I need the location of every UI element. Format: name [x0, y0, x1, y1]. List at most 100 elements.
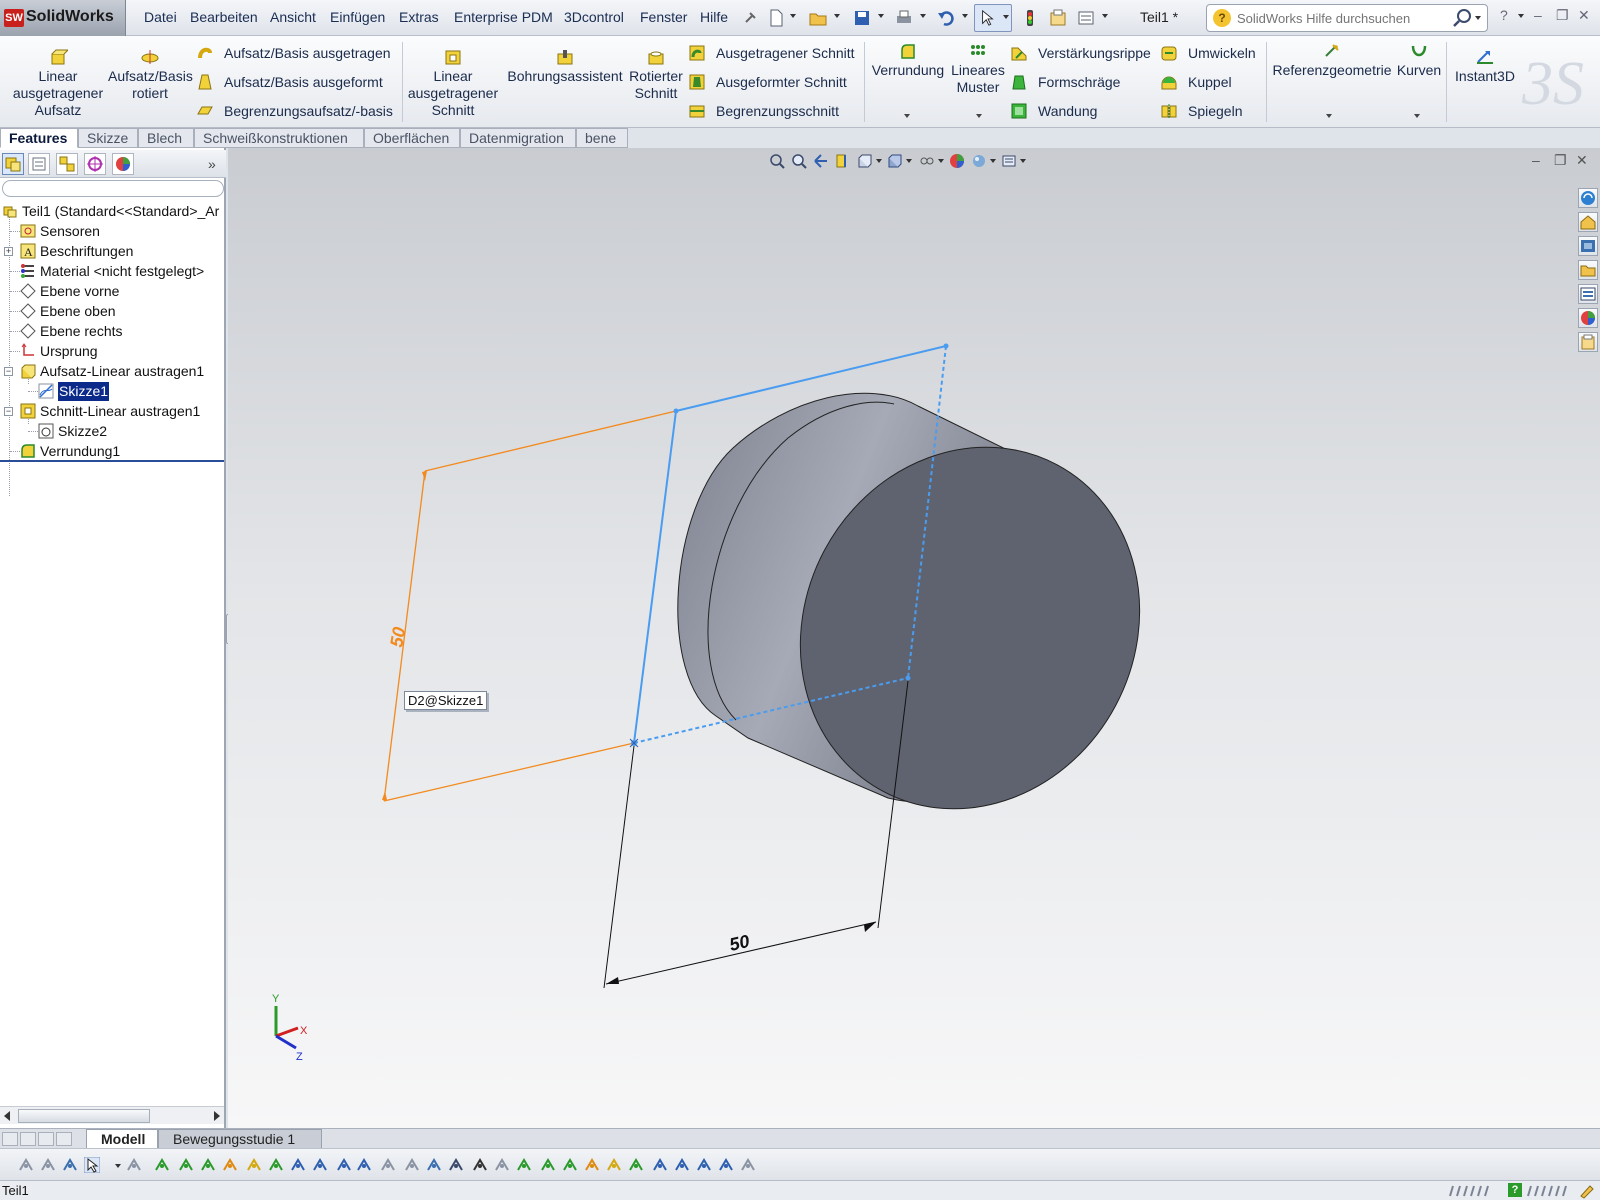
next-tab-icon[interactable]	[38, 1132, 54, 1146]
menu-3dcontrol[interactable]: 3Dcontrol	[564, 9, 624, 25]
mate-icon[interactable]	[336, 1157, 352, 1173]
propertymanager-tab[interactable]	[28, 153, 50, 175]
tree-item-plane-front[interactable]: Ebene vorne	[0, 282, 226, 301]
rib-button[interactable]: Verstärkungsrippe	[1010, 42, 1160, 64]
tree-item-sketch1[interactable]: Skizze1	[0, 382, 226, 401]
last-tab-icon[interactable]	[56, 1132, 72, 1146]
rebuild-icon[interactable]	[1020, 8, 1040, 28]
pointer-icon[interactable]	[126, 1157, 142, 1173]
print-icon[interactable]	[894, 8, 914, 28]
menu-hilfe[interactable]: Hilfe	[700, 9, 728, 25]
print-dropdown-arrow[interactable]	[920, 14, 926, 18]
trim-icon[interactable]	[448, 1157, 464, 1173]
configurationmanager-tab[interactable]	[56, 153, 78, 175]
sweep-boss-button[interactable]: Aufsatz/Basis ausgetragen	[196, 42, 396, 64]
curves-dropdown-arrow[interactable]	[1414, 114, 1420, 118]
loft-boss-button[interactable]: Aufsatz/Basis ausgeformt	[196, 71, 396, 93]
chain-icon[interactable]	[380, 1157, 396, 1173]
first-tab-icon[interactable]	[2, 1132, 18, 1146]
sketch-point[interactable]	[905, 675, 911, 681]
collapse-icon[interactable]: −	[4, 407, 13, 416]
dimension-left-value[interactable]: 50	[386, 625, 409, 648]
close-icon[interactable]: ✕	[1578, 7, 1590, 24]
status-help-icon[interactable]: ?	[1508, 1183, 1522, 1197]
dome-button[interactable]: Kuppel	[1160, 71, 1270, 93]
tab-model[interactable]: Modell	[86, 1129, 158, 1149]
loft-cut-button[interactable]: Ausgeformter Schnitt	[688, 71, 868, 93]
curves-button[interactable]: Kurven	[1394, 42, 1444, 79]
previous-tab-icon[interactable]	[20, 1132, 36, 1146]
sketch-point[interactable]	[673, 408, 679, 414]
new-dropdown-arrow[interactable]	[790, 14, 796, 18]
box-icon[interactable]	[696, 1157, 712, 1173]
corner-icon[interactable]	[472, 1157, 488, 1173]
undo-icon[interactable]	[936, 8, 956, 28]
help-dropdown-arrow[interactable]	[1518, 14, 1524, 18]
task-pane-search[interactable]	[1578, 260, 1598, 280]
tree-item-sensors[interactable]: Sensoren	[0, 222, 226, 241]
tree-horizontal-scrollbar[interactable]	[0, 1106, 224, 1124]
select-dropdown-arrow[interactable]	[110, 1157, 126, 1173]
tab-oberflaechen[interactable]: Oberflächen	[364, 128, 460, 148]
tree-item-cut-extrude1[interactable]: − Schnitt-Linear austragen1	[0, 402, 226, 421]
draft-button[interactable]: Formschräge	[1010, 71, 1160, 93]
displaymanager-tab[interactable]	[112, 153, 134, 175]
tab-features[interactable]: Features	[0, 128, 78, 148]
reference-geometry-button[interactable]: Referenzgeometrie	[1270, 42, 1394, 79]
line-icon[interactable]	[154, 1157, 170, 1173]
save-icon[interactable]	[852, 8, 872, 28]
menu-bearbeiten[interactable]: Bearbeiten	[190, 9, 258, 25]
expand-icon[interactable]: +	[4, 247, 13, 256]
dimension-icon[interactable]	[356, 1157, 372, 1173]
task-pane-custom-properties[interactable]	[1578, 332, 1598, 352]
scroll-right-icon[interactable]	[214, 1111, 220, 1121]
sketch-point[interactable]	[943, 343, 949, 349]
boundary-cut-button[interactable]: Begrenzungsschnitt	[688, 100, 868, 122]
solidworks-logo[interactable]: SW SolidWorks	[0, 0, 126, 36]
help-search-input[interactable]	[1237, 9, 1437, 27]
filter-icon[interactable]	[18, 1157, 34, 1173]
minus-icon[interactable]	[740, 1157, 756, 1173]
task-pane-solidworks-resources[interactable]	[1578, 188, 1598, 208]
open-folder-icon[interactable]	[808, 8, 828, 28]
open-dropdown-arrow[interactable]	[834, 14, 840, 18]
filter-input[interactable]	[2, 180, 224, 197]
help-search-box[interactable]: ?	[1206, 4, 1488, 32]
reference-geometry-dropdown-arrow[interactable]	[1326, 114, 1332, 118]
new-document-icon[interactable]	[766, 8, 786, 28]
tab-motion-study-1[interactable]: Bewegungsstudie 1	[158, 1129, 322, 1149]
tree-item-plane-right[interactable]: Ebene rechts	[0, 322, 226, 341]
tree-item-sketch2[interactable]: Skizze2	[0, 422, 226, 441]
linear-pattern-button[interactable]: Lineares Muster	[950, 42, 1006, 96]
graphics-area[interactable]: – ❐ ✕ 50 50 Y X Z D2@Skizze1	[228, 148, 1600, 1128]
tab-blech[interactable]: Blech	[138, 128, 194, 148]
tab-skizze[interactable]: Skizze	[78, 128, 138, 148]
target-icon[interactable]	[404, 1157, 420, 1173]
task-pane-file-explorer[interactable]	[1578, 236, 1598, 256]
scroll-thumb[interactable]	[18, 1109, 150, 1123]
tree-filter[interactable]	[0, 178, 226, 200]
search-icon[interactable]	[1451, 8, 1473, 28]
panel-expand-icon[interactable]: »	[208, 156, 216, 172]
rollback-bar[interactable]	[0, 460, 224, 462]
globe-icon[interactable]	[718, 1157, 734, 1173]
arc-icon[interactable]	[426, 1157, 442, 1173]
split-icon[interactable]	[674, 1157, 690, 1173]
menu-extras[interactable]: Extras	[399, 9, 439, 25]
task-pane-appearances[interactable]	[1578, 308, 1598, 328]
select-icon[interactable]	[84, 1157, 100, 1173]
snap-icon[interactable]	[268, 1157, 284, 1173]
help-menu-icon[interactable]: ?	[1500, 7, 1508, 23]
sweep-cut-button[interactable]: Ausgetragener Schnitt	[688, 42, 868, 64]
pattern-sketch-icon[interactable]	[584, 1157, 600, 1173]
mirror-sketch-icon[interactable]	[562, 1157, 578, 1173]
task-pane-view-palette[interactable]	[1578, 284, 1598, 304]
selection-filter-icon[interactable]	[62, 1157, 78, 1173]
fillet-dropdown-arrow[interactable]	[904, 114, 910, 118]
options-icon[interactable]	[1076, 8, 1096, 28]
hole-wizard-button[interactable]: Bohrungsassistent	[506, 48, 624, 85]
spark-icon[interactable]	[312, 1157, 328, 1173]
revolve-boss-button[interactable]: Aufsatz/Basis rotiert	[108, 48, 193, 102]
scroll-left-icon[interactable]	[4, 1111, 10, 1121]
grid-icon[interactable]	[540, 1157, 556, 1173]
